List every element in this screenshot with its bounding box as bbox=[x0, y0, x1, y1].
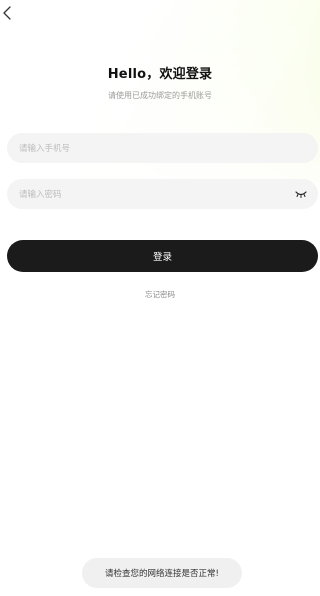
page-subtitle: 请使用已成功绑定的手机账号 bbox=[108, 91, 212, 100]
password-input[interactable] bbox=[17, 179, 281, 211]
forgot-password-link[interactable]: 忘记密码 bbox=[0, 289, 320, 300]
phone-field[interactable] bbox=[7, 133, 318, 165]
chevron-left-icon bbox=[3, 6, 11, 20]
password-visibility-toggle[interactable] bbox=[294, 188, 308, 200]
network-error-toast: 请检查您的网络连接是否正常! bbox=[82, 558, 242, 588]
password-field[interactable] bbox=[7, 179, 318, 211]
back-button[interactable] bbox=[0, 4, 16, 22]
page-title: Hello，欢迎登录 bbox=[107, 67, 213, 82]
phone-input[interactable] bbox=[17, 133, 281, 165]
login-button[interactable]: 登录 bbox=[7, 240, 318, 272]
toast-message: 请检查您的网络连接是否正常! bbox=[105, 569, 219, 579]
eye-closed-icon bbox=[295, 191, 307, 198]
